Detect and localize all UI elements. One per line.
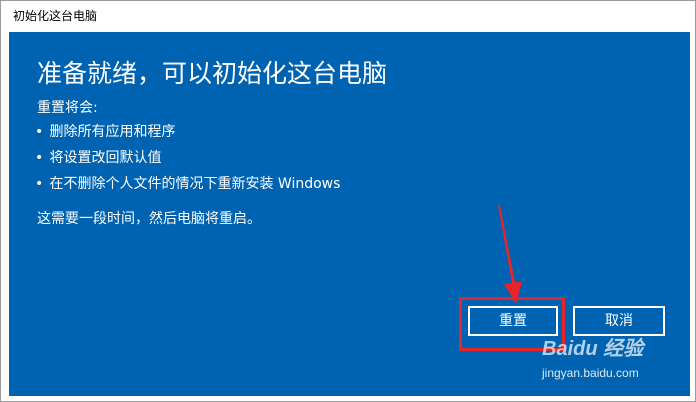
list-item-text: 删除所有应用和程序 — [49, 124, 176, 140]
list-item-text: 将设置改回默认值 — [49, 150, 162, 166]
dialog-content: 准备就绪，可以初始化这台电脑 重置将会: • 删除所有应用和程序 • 将设置改回… — [9, 32, 690, 396]
reset-intro: 重置将会: — [37, 100, 98, 116]
list-item: • 删除所有应用和程序 — [35, 124, 340, 150]
window-title: 初始化这台电脑 — [13, 9, 98, 23]
cancel-button[interactable]: 取消 — [573, 306, 665, 336]
bullet-mark: • — [35, 176, 44, 192]
restart-note: 这需要一段时间，然后电脑将重启。 — [37, 211, 261, 227]
title-bar[interactable]: 初始化这台电脑 — [1, 1, 695, 32]
list-item: • 将设置改回默认值 — [35, 150, 340, 176]
list-item-text: 在不删除个人文件的情况下重新安装 Windows — [49, 176, 341, 192]
list-item: • 在不删除个人文件的情况下重新安装 Windows — [35, 176, 340, 202]
reset-effects-list: • 删除所有应用和程序 • 将设置改回默认值 • 在不删除个人文件的情况下重新安… — [35, 124, 340, 202]
dialog-heading: 准备就绪，可以初始化这台电脑 — [37, 59, 388, 88]
reset-button[interactable]: 重置 — [468, 306, 558, 336]
bullet-mark: • — [35, 150, 44, 166]
reset-pc-window: 初始化这台电脑 准备就绪，可以初始化这台电脑 重置将会: • 删除所有应用和程序… — [0, 0, 696, 402]
bullet-mark: • — [35, 124, 44, 140]
